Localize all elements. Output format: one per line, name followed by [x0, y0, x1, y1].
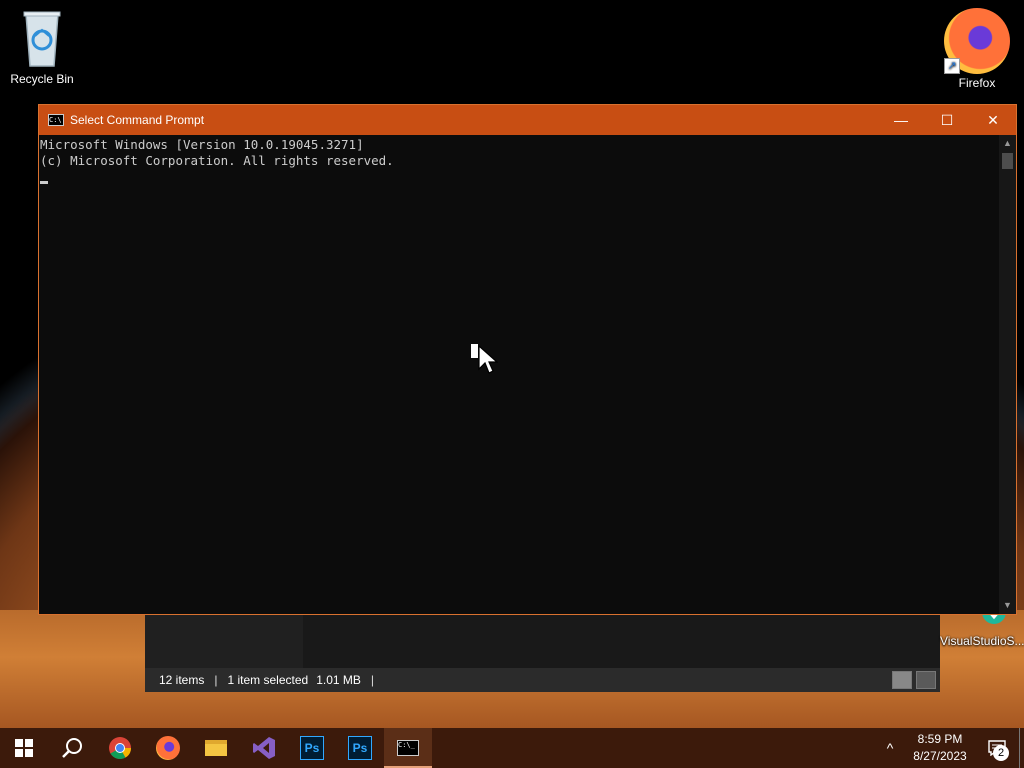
console-output[interactable]: Microsoft Windows [Version 10.0.19045.32… [39, 135, 1000, 614]
clock[interactable]: 8:59 PM 8/27/2023 [905, 731, 975, 765]
visual-studio-label: VisualStudioS... [940, 634, 1024, 648]
taskbar-visual-studio[interactable] [240, 728, 288, 768]
windows-icon [15, 739, 33, 757]
firefox-label: Firefox [958, 76, 996, 90]
command-prompt-icon: C:\ [48, 114, 64, 126]
scroll-up-icon[interactable]: ▲ [999, 135, 1016, 152]
taskbar-file-explorer[interactable] [192, 728, 240, 768]
command-prompt-window[interactable]: C:\ Select Command Prompt — ☐ ✕ Microsof… [38, 104, 1017, 615]
search-button[interactable] [48, 728, 96, 768]
selection-block [471, 344, 478, 358]
start-button[interactable] [0, 728, 48, 768]
taskbar-command-prompt[interactable]: C:\_ [384, 728, 432, 768]
desktop-icon-firefox[interactable]: ↗ Firefox [940, 8, 1014, 90]
taskbar: Ps Ps C:\_ ^ 8:59 PM 8/27/2023 2 [0, 728, 1024, 768]
taskbar-chrome[interactable] [96, 728, 144, 768]
title-bar[interactable]: C:\ Select Command Prompt — ☐ ✕ [39, 105, 1016, 135]
console-line: Microsoft Windows [Version 10.0.19045.32… [40, 137, 364, 152]
command-prompt-icon: C:\_ [397, 740, 419, 756]
view-buttons [892, 671, 936, 689]
visual-studio-icon [253, 737, 275, 759]
close-button[interactable]: ✕ [970, 105, 1016, 135]
recycle-bin-icon [21, 8, 63, 70]
clock-date: 8/27/2023 [913, 749, 967, 763]
taskbar-firefox[interactable] [144, 728, 192, 768]
large-icons-view-button[interactable] [916, 671, 936, 689]
taskbar-photoshop-2[interactable]: Ps [336, 728, 384, 768]
desktop-icon-recycle-bin[interactable]: Recycle Bin [5, 8, 79, 86]
vertical-scrollbar[interactable]: ▲ ▼ [999, 135, 1016, 614]
maximize-button[interactable]: ☐ [924, 105, 970, 135]
scroll-thumb[interactable] [1002, 153, 1013, 169]
action-center-button[interactable]: 2 [975, 728, 1019, 768]
console-line: (c) Microsoft Corporation. All rights re… [40, 153, 394, 168]
show-hidden-icons-chevron-icon[interactable]: ^ [875, 740, 905, 756]
text-cursor [40, 181, 48, 184]
photoshop-icon: Ps [348, 736, 372, 760]
firefox-icon [156, 736, 180, 760]
window-title: Select Command Prompt [70, 113, 205, 127]
photoshop-icon: Ps [300, 736, 324, 760]
system-tray: ^ 8:59 PM 8/27/2023 2 [875, 728, 1024, 768]
taskbar-photoshop-1[interactable]: Ps [288, 728, 336, 768]
explorer-status-bar: 12 items | 1 item selected 1.01 MB | [145, 668, 940, 692]
separator: | [214, 673, 218, 687]
chrome-icon [109, 737, 131, 759]
clock-time: 8:59 PM [917, 732, 963, 746]
separator: | [370, 673, 375, 687]
selected-count: 1 item selected [227, 673, 309, 687]
file-explorer-icon [205, 740, 227, 756]
notification-count-badge: 2 [993, 745, 1009, 761]
shortcut-arrow-icon: ↗ [944, 58, 960, 74]
scroll-down-icon[interactable]: ▼ [999, 597, 1016, 614]
recycle-bin-label: Recycle Bin [10, 72, 74, 86]
search-icon [62, 738, 82, 758]
details-view-button[interactable] [892, 671, 912, 689]
mouse-pointer-icon [478, 345, 498, 374]
item-count: 12 items [159, 673, 205, 687]
minimize-button[interactable]: — [878, 105, 924, 135]
selected-size: 1.01 MB [316, 673, 361, 687]
show-desktop-button[interactable] [1019, 728, 1024, 768]
firefox-icon: ↗ [944, 8, 1010, 74]
